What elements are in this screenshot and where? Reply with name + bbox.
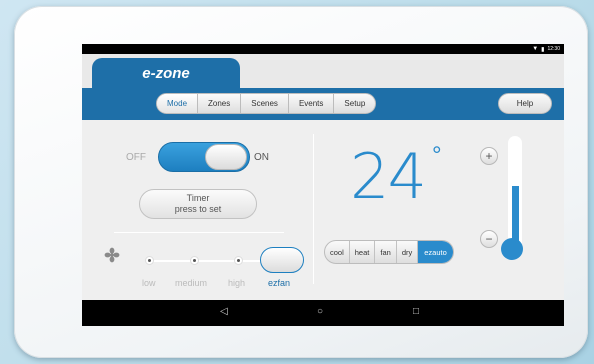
fan-speed-dot-high[interactable] xyxy=(234,256,243,265)
mode-heat[interactable]: heat xyxy=(350,241,376,263)
tab-events[interactable]: Events xyxy=(289,94,335,113)
fan-speed-knob[interactable] xyxy=(260,247,304,273)
mode-selector: cool heat fan dry ezauto xyxy=(324,240,454,264)
back-icon[interactable]: ◁ xyxy=(220,306,228,317)
mode-fan[interactable]: fan xyxy=(375,241,397,263)
mode-dry[interactable]: dry xyxy=(397,241,419,263)
temperature-value: 24 xyxy=(350,140,427,213)
battery-icon: ▮ xyxy=(541,46,545,53)
power-toggle-knob[interactable] xyxy=(205,144,247,170)
panel-divider xyxy=(313,134,314,284)
mode-panel: OFF ON Timer press to set low medium hig… xyxy=(82,120,564,300)
fan-label-medium: medium xyxy=(175,278,208,288)
status-time: 12:30 xyxy=(547,46,560,52)
fan-label-high: high xyxy=(228,278,246,288)
fan-speed-dot-medium[interactable] xyxy=(190,256,199,265)
app-screen: ▼ ▮ 12:30 e-zone Mode Zones Scenes Event… xyxy=(82,44,564,326)
ezone-logo: e-zone xyxy=(92,58,240,88)
power-off-label: OFF xyxy=(126,152,146,163)
power-on-label: ON xyxy=(254,152,269,163)
mode-cool[interactable]: cool xyxy=(325,241,350,263)
fan-speed-dot-low[interactable] xyxy=(145,256,154,265)
tab-mode[interactable]: Mode xyxy=(157,94,199,113)
tablet-frame: ▼ ▮ 12:30 e-zone Mode Zones Scenes Event… xyxy=(14,6,588,358)
fan-label-ezfan: ezfan xyxy=(268,278,291,288)
home-icon[interactable]: ○ xyxy=(317,306,323,317)
android-nav-bar: ◁ ○ □ xyxy=(82,300,564,326)
tab-setup[interactable]: Setup xyxy=(334,94,375,113)
tab-zones[interactable]: Zones xyxy=(198,94,242,113)
fan-divider xyxy=(114,232,284,233)
app-header: e-zone xyxy=(82,54,564,88)
temp-increase-button[interactable]: + xyxy=(480,147,498,165)
timer-button[interactable]: Timer press to set xyxy=(139,189,257,219)
recents-icon[interactable]: □ xyxy=(413,306,419,317)
help-button[interactable]: Help xyxy=(498,93,552,114)
fan-label-low: low xyxy=(142,278,156,288)
nav-bar: Mode Zones Scenes Events Setup Help xyxy=(82,88,564,120)
fan-icon xyxy=(104,247,120,263)
thermometer-bulb xyxy=(501,238,523,260)
temperature-unit: ° xyxy=(432,142,442,169)
wifi-icon: ▼ xyxy=(532,46,539,52)
mode-ezauto[interactable]: ezauto xyxy=(418,241,453,263)
tab-scenes[interactable]: Scenes xyxy=(241,94,289,113)
timer-title: Timer xyxy=(186,193,210,203)
status-bar: ▼ ▮ 12:30 xyxy=(82,44,564,54)
power-toggle[interactable] xyxy=(158,142,250,172)
nav-tabs: Mode Zones Scenes Events Setup xyxy=(156,93,377,114)
temp-decrease-button[interactable]: − xyxy=(480,230,498,248)
timer-subtitle: press to set xyxy=(174,204,222,214)
